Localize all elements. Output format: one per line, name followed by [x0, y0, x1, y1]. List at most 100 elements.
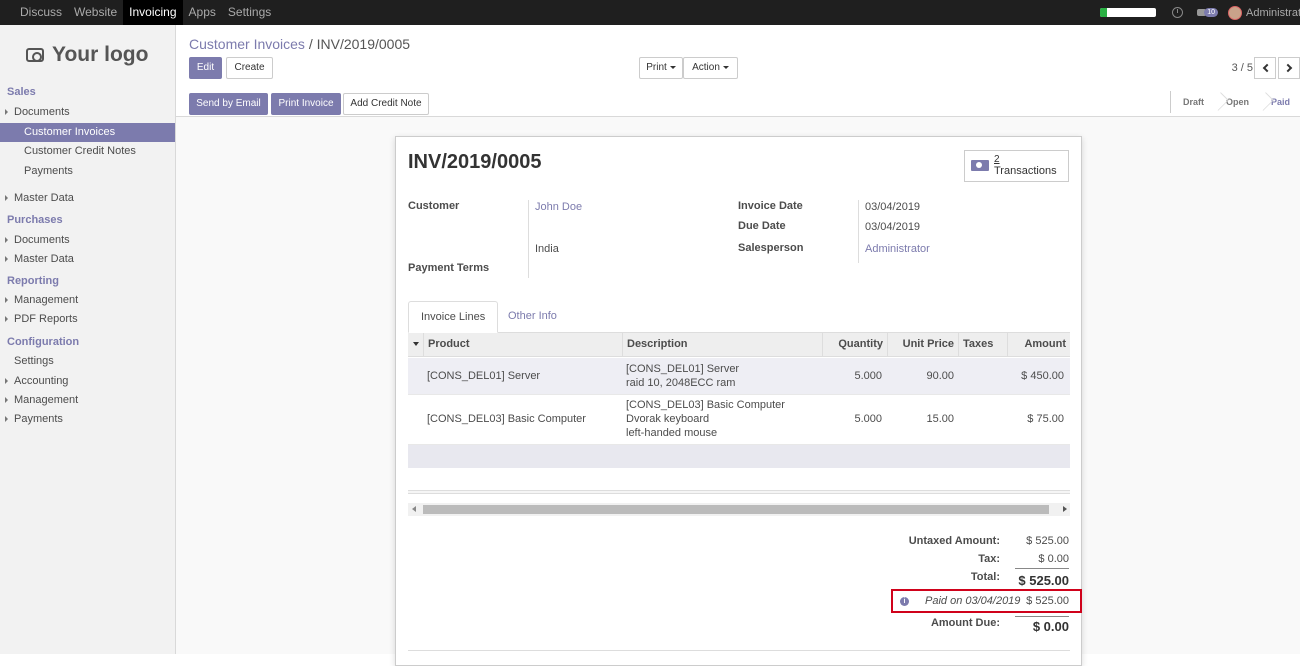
print-invoice-button[interactable]: Print Invoice	[271, 93, 341, 115]
status-bar: Draft Open Paid	[1169, 91, 1300, 113]
sidebar-item-label: PDF Reports	[14, 313, 78, 325]
field-divider	[528, 200, 529, 278]
clock-icon[interactable]	[1172, 7, 1184, 18]
due-date-value: 03/04/2019	[865, 221, 921, 233]
expand-icon	[5, 297, 8, 303]
caret-down-icon	[722, 65, 729, 69]
empty-row	[408, 445, 1070, 468]
logo-text: Your logo	[52, 43, 149, 66]
column-description[interactable]: Description	[622, 333, 822, 357]
expand-icon	[5, 256, 8, 262]
sidebar-item-accounting[interactable]: Accounting	[0, 372, 175, 391]
column-amount[interactable]: Amount	[1007, 333, 1070, 357]
table-row[interactable]: [CONS_DEL03] Basic Computer [CONS_DEL03]…	[408, 395, 1070, 445]
sidebar-item-sales-master-data[interactable]: Master Data	[0, 189, 175, 208]
sidebar-item-config-payments[interactable]: Payments	[0, 410, 175, 429]
sidebar-item-label: Accounting	[14, 375, 69, 387]
top-navbar: Discuss Website Invoicing Apps Settings …	[0, 0, 1300, 25]
add-credit-note-button[interactable]: Add Credit Note	[343, 93, 429, 115]
breadcrumb-customer-invoices[interactable]: Customer Invoices	[189, 36, 305, 52]
sidebar: Your logo Sales Documents Customer Invoi…	[0, 25, 176, 654]
expand-icon	[5, 378, 8, 384]
amount-due-label: Amount Due:	[930, 617, 1000, 629]
pager-previous[interactable]	[1254, 57, 1276, 79]
line-description: Dvorak keyboard	[626, 413, 710, 425]
chevron-left-icon	[1262, 63, 1272, 73]
column-quantity[interactable]: Quantity	[822, 333, 887, 357]
edit-button[interactable]: Edit	[189, 57, 222, 79]
status-open[interactable]: Open	[1214, 91, 1259, 113]
total-label: Total:	[970, 571, 1000, 583]
sidebar-item-pdf-reports[interactable]: PDF Reports	[0, 310, 175, 329]
menu-discuss[interactable]: Discuss	[14, 0, 68, 25]
messages-button[interactable]: 10	[1197, 8, 1218, 17]
message-count-badge: 10	[1204, 8, 1218, 17]
sidebar-item-customer-credit-notes[interactable]: Customer Credit Notes	[0, 142, 175, 161]
avatar[interactable]	[1228, 5, 1242, 20]
print-dropdown[interactable]: Print	[639, 57, 683, 79]
sidebar-item-label: Master Data	[14, 253, 74, 265]
menu-settings[interactable]: Settings	[222, 0, 277, 25]
paid-on-text: Paid on 03/04/2019	[925, 595, 1021, 607]
untaxed-amount-label: Untaxed Amount:	[908, 535, 1000, 547]
info-icon[interactable]: i	[900, 597, 909, 606]
sidebar-item-management[interactable]: Management	[0, 291, 175, 310]
app-menu: Discuss Website Invoicing Apps Settings	[14, 0, 277, 25]
transactions-label: Transactions	[994, 165, 1057, 177]
menu-invoicing[interactable]: Invoicing	[123, 0, 183, 25]
scroll-right-icon[interactable]	[1063, 506, 1067, 512]
pager-value[interactable]: 3 / 5	[1232, 62, 1253, 74]
paid-amount: $ 525.00	[1026, 595, 1069, 607]
create-button[interactable]: Create	[226, 57, 273, 79]
sidebar-item-purchases-documents[interactable]: Documents	[0, 231, 175, 250]
column-product[interactable]: Product	[423, 333, 622, 357]
activity-progress-bar[interactable]	[1100, 8, 1157, 17]
table-row[interactable]: [CONS_DEL01] Server [CONS_DEL01] Server …	[408, 358, 1070, 395]
tab-invoice-lines[interactable]: Invoice Lines	[408, 301, 499, 333]
status-draft[interactable]: Draft	[1171, 91, 1214, 113]
caret-down-icon	[669, 65, 676, 69]
sidebar-item-settings[interactable]: Settings	[0, 352, 175, 371]
company-logo[interactable]: Your logo	[26, 43, 148, 67]
sidebar-item-customer-invoices[interactable]: Customer Invoices	[0, 123, 175, 142]
pager-next[interactable]	[1278, 57, 1300, 79]
payment-line-highlight: i Paid on 03/04/2019 $ 525.00	[891, 589, 1082, 613]
status-paid[interactable]: Paid	[1259, 91, 1300, 113]
column-unit-price[interactable]: Unit Price	[887, 333, 958, 357]
sidebar-item-config-management[interactable]: Management	[0, 391, 175, 410]
salesperson-link[interactable]: Administrator	[865, 243, 930, 255]
menu-apps[interactable]: Apps	[183, 0, 222, 25]
money-icon	[971, 160, 989, 171]
sidebar-item-payments[interactable]: Payments	[0, 162, 175, 181]
user-menu[interactable]: Administrator	[1246, 7, 1300, 19]
customer-link[interactable]: John Doe	[535, 201, 582, 213]
breadcrumb-separator: /	[308, 36, 313, 52]
sheet-bottom-divider	[408, 650, 1070, 651]
line-amount: $ 450.00	[1021, 370, 1064, 382]
main-content: Customer Invoices / INV/2019/0005 Edit C…	[176, 25, 1300, 666]
sidebar-item-label: Documents	[14, 106, 70, 118]
sidebar-item-purchases-master-data[interactable]: Master Data	[0, 250, 175, 269]
customer-label: Customer	[408, 200, 460, 212]
form-background: INV/2019/0005 2 Transactions Customer Jo…	[176, 117, 1300, 666]
transactions-button[interactable]: 2 Transactions	[964, 150, 1069, 182]
scrollbar-thumb[interactable]	[423, 505, 1049, 514]
scroll-left-icon[interactable]	[412, 506, 416, 512]
table-header: Product Description Quantity Unit Price …	[408, 333, 1070, 357]
payment-terms-label: Payment Terms	[408, 262, 490, 274]
sidebar-item-label: Master Data	[14, 192, 74, 204]
expand-icon	[5, 237, 8, 243]
column-taxes[interactable]: Taxes	[958, 333, 1007, 357]
tab-other-info[interactable]: Other Info	[496, 301, 569, 333]
breadcrumb-current: INV/2019/0005	[316, 36, 411, 52]
sidebar-item-sales-documents[interactable]: Documents	[0, 103, 175, 122]
action-label: Action	[692, 62, 720, 73]
line-description: raid 10, 2048ECC ram	[626, 377, 736, 389]
untaxed-amount-value: $ 525.00	[1026, 535, 1069, 547]
horizontal-scrollbar[interactable]	[408, 503, 1070, 516]
menu-website[interactable]: Website	[68, 0, 123, 25]
section-sales: Sales	[7, 86, 36, 98]
sort-icon[interactable]	[413, 342, 419, 346]
send-by-email-button[interactable]: Send by Email	[189, 93, 268, 115]
action-dropdown[interactable]: Action	[683, 57, 738, 79]
